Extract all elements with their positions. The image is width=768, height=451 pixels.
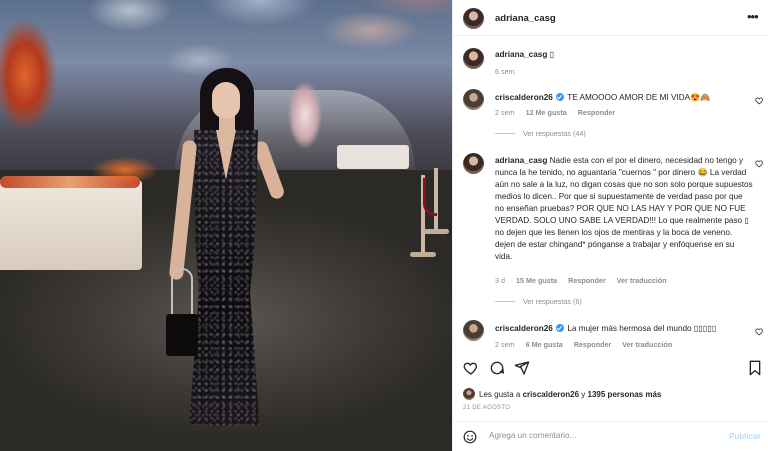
verified-badge-icon [556,93,565,101]
comment-username[interactable]: adriana_casg [495,156,547,165]
translate-button[interactable]: Ver traducción [622,340,672,349]
post-date: 21 DE AGOSTO [463,405,511,411]
comment-text: TE AMOOOO AMOR DE MI VIDA😍🙈 [567,93,711,102]
comment-likes[interactable]: 12 Me gusta [526,108,567,117]
heart-icon[interactable] [755,159,764,168]
share-icon[interactable] [514,360,530,376]
comment-time: 2 sem [495,340,515,349]
likes-user[interactable]: criscalderon26 [523,390,579,399]
avatar[interactable] [463,8,484,29]
avatar[interactable] [463,89,484,110]
comment-time: 2 sem [495,108,515,117]
avatar[interactable] [463,153,484,174]
photo-floral-right [280,70,330,160]
comment-input[interactable] [489,431,709,440]
more-options-icon[interactable]: ••• [747,10,759,23]
caption-meta: 6 sem [495,67,524,76]
heart-icon[interactable] [463,360,479,376]
verified-badge-icon [556,324,565,332]
comment-username[interactable]: criscalderon26 [495,93,553,102]
photo-bag-strap [171,268,193,318]
caption-time: 6 sem [495,67,515,76]
comment-bar: Publicar [453,421,768,451]
likes-others[interactable]: 1395 personas más [588,390,662,399]
replies-divider [495,301,515,302]
replies-divider [495,133,515,134]
photo-table-left [0,180,142,270]
likes-summary[interactable]: Les gusta a criscalderon26 y 1395 person… [479,390,661,399]
comment: adriana_casg Nadie esta con el por el di… [495,155,753,263]
emoji-icon[interactable] [463,430,477,444]
caption: adriana_casg ▯ [495,49,753,61]
comment-meta: 2 sem 12 Me gusta Responder [495,108,624,117]
comment-meta: 2 sem 6 Me gusta Responder Ver traducció… [495,340,681,349]
caption-text: ▯ [549,50,555,59]
comment: criscalderon26 TE AMOOOO AMOR DE MI VIDA… [495,92,753,104]
bookmark-icon[interactable] [748,360,762,376]
photo-candle-glow [80,150,170,190]
photo-table-right [337,145,409,169]
heart-icon[interactable] [755,96,764,105]
reply-button[interactable]: Responder [574,340,612,349]
view-replies-button[interactable]: Ver respuestas (44) [495,129,586,138]
post-comment-button[interactable]: Publicar [729,432,761,441]
photo-flowers-left [0,0,70,150]
comment-icon[interactable] [489,360,505,376]
post-photo[interactable] [0,0,452,451]
photo-person-face [212,82,240,118]
comment-meta: 3 d 15 Me gusta Responder Ver traducción [495,276,676,285]
post-side-panel: adriana_casg ••• adriana_casg ▯ 6 sem cr… [452,0,768,451]
view-replies-button[interactable]: Ver respuestas (6) [495,297,582,306]
likes-middle: y [579,390,588,399]
comment-likes[interactable]: 6 Me gusta [526,340,563,349]
comment-time: 3 d [495,276,505,285]
photo-handbag [166,314,198,356]
likes-prefix: Les gusta a [479,390,523,399]
post-header: adriana_casg ••• [453,0,768,36]
reply-button[interactable]: Responder [568,276,606,285]
avatar[interactable] [463,48,484,69]
photo-velvet-rope [423,178,437,216]
view-replies-label: Ver respuestas (6) [523,297,582,306]
post-author-username[interactable]: adriana_casg [495,13,556,24]
caption-username[interactable]: adriana_casg [495,50,547,59]
photo-stanchion-base [423,229,449,234]
comment-text: La mujer más hermosa del mundo ▯▯▯▯▯ [567,324,717,333]
avatar[interactable] [463,320,484,341]
comment-username[interactable]: criscalderon26 [495,324,553,333]
reply-button[interactable]: Responder [578,108,616,117]
view-replies-label: Ver respuestas (44) [523,129,586,138]
photo-stanchion-base [410,252,436,257]
comment: criscalderon26 La mujer más hermosa del … [495,323,753,335]
avatar[interactable] [463,388,475,400]
comment-text: Nadie esta con el por el dinero, necesid… [495,156,753,261]
comment-likes[interactable]: 15 Me gusta [516,276,557,285]
action-bar [453,356,768,378]
heart-icon[interactable] [755,327,764,336]
translate-button[interactable]: Ver traducción [617,276,667,285]
